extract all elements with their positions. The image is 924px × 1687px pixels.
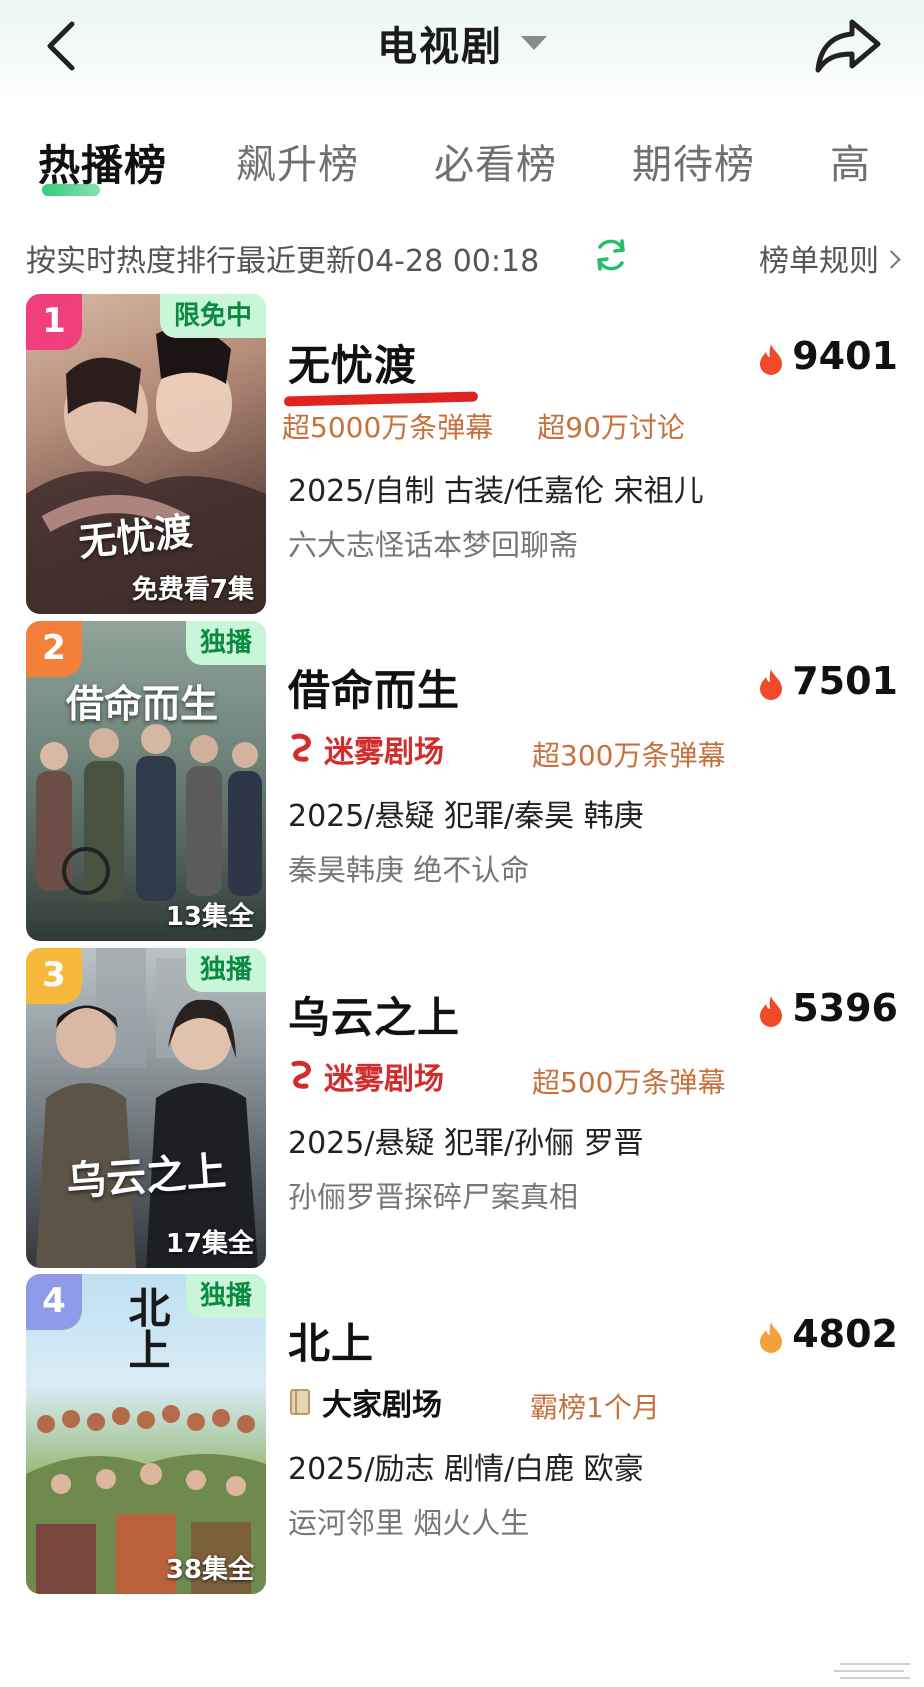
poster[interactable]: 3 独播 乌云之上 17集全	[26, 948, 266, 1268]
poster[interactable]: 2 独播 借命而生 13集全	[26, 621, 266, 941]
episode-label: 17集全	[165, 1229, 254, 1259]
tag-line: 大家剧场 霸榜1个月	[288, 1380, 704, 1426]
tag-danmu: 超5000万条弹幕	[282, 411, 494, 444]
theater-name: 大家剧场	[322, 1388, 442, 1423]
tag-discussion: 超90万讨论	[537, 411, 685, 444]
rules-link[interactable]: 榜单规则	[759, 236, 901, 280]
watermark-lines	[834, 1663, 910, 1679]
tag-ranking: 霸榜1个月	[530, 1391, 660, 1424]
heat-score: 9401	[758, 334, 898, 378]
flame-icon	[760, 668, 783, 700]
ranking-tabs: 热播榜 飙升榜 必看榜 期待榜 高	[0, 132, 924, 202]
show-title[interactable]: 无忧渡	[288, 332, 417, 393]
red-underline-mark	[283, 391, 479, 407]
status-badge: 独播	[185, 948, 266, 992]
meta-info: 2025/自制 古装/任嘉伦 宋祖儿	[288, 474, 704, 509]
meta-info: 2025/悬疑 犯罪/秦昊 韩庚	[288, 799, 644, 834]
status-badge: 限免中	[159, 294, 266, 338]
flame-icon	[760, 1321, 783, 1353]
episode-label: 38集全	[165, 1555, 254, 1585]
show-title[interactable]: 借命而生	[288, 657, 460, 718]
poster-title: 借命而生	[66, 681, 219, 726]
refresh-icon[interactable]	[592, 236, 630, 274]
list-item[interactable]: 1 限免中 无忧渡 免费看7集 无忧渡 9401 超5000万条弹幕 超90万讨论…	[0, 294, 924, 616]
update-info-row: 按实时热度排行最近更新04-28 00:18 榜单规则	[26, 236, 901, 280]
theater-label: 大家剧场	[288, 1380, 486, 1424]
theater-name: 迷雾剧场	[324, 1062, 444, 1097]
poster-title: 乌云之上	[64, 1147, 228, 1206]
tab-high[interactable]: 高	[830, 132, 871, 190]
poster[interactable]: 1 限免中 无忧渡 免费看7集	[26, 294, 266, 614]
status-badge: 独播	[185, 1274, 266, 1318]
show-title[interactable]: 北上	[288, 1310, 374, 1371]
heat-score: 4802	[758, 1312, 898, 1356]
meta-info: 2025/励志 剧情/白鹿 欧豪	[288, 1452, 644, 1487]
share-icon[interactable]	[812, 14, 884, 76]
list-item[interactable]: 3 独播 乌云之上 17集全 乌云之上 5396 迷雾剧场 超500万条弹幕 2…	[0, 948, 924, 1270]
description: 孙俪罗晋探碎尸案真相	[288, 1180, 579, 1214]
description: 运河邻里 烟火人生	[288, 1506, 530, 1540]
status-badge: 独播	[185, 621, 266, 665]
episode-label: 13集全	[165, 902, 254, 932]
flame-icon	[760, 995, 783, 1027]
book-icon	[290, 1389, 310, 1415]
flame-icon	[760, 343, 783, 375]
top-bar: 电视剧	[0, 0, 924, 100]
description: 六大志怪话本梦回聊斋	[288, 528, 579, 562]
theater-label: 迷雾剧场	[288, 1054, 488, 1098]
tag-line: 迷雾剧场 超500万条弹幕	[288, 1054, 769, 1101]
episode-label: 免费看7集	[131, 575, 254, 605]
rank-badge: 3	[26, 948, 82, 1004]
tag-danmu: 超500万条弹幕	[532, 1066, 726, 1099]
rules-label: 榜单规则	[759, 244, 879, 279]
heat-value: 7501	[792, 659, 898, 703]
tab-hot[interactable]: 热播榜	[38, 132, 167, 193]
description: 秦昊韩庚 绝不认命	[288, 853, 530, 887]
theater-label: 迷雾剧场	[288, 727, 488, 771]
poster[interactable]: 4 独播 北上 38集全	[26, 1274, 266, 1594]
heat-score: 5396	[758, 986, 898, 1030]
rank-badge: 2	[26, 621, 82, 677]
mist-theater-icon	[291, 733, 311, 762]
tab-rising[interactable]: 飙升榜	[236, 132, 359, 190]
rank-badge: 1	[26, 294, 82, 350]
title-dropdown[interactable]: 电视剧	[0, 14, 924, 74]
heat-score: 7501	[758, 659, 898, 703]
page-title: 电视剧	[377, 24, 503, 70]
tag-line: 超5000万条弹幕 超90万讨论	[282, 406, 729, 446]
tag-line: 迷雾剧场 超300万条弹幕	[288, 727, 769, 774]
heat-value: 9401	[792, 334, 898, 378]
meta-info: 2025/悬疑 犯罪/孙俪 罗晋	[288, 1126, 644, 1161]
rank-badge: 4	[26, 1274, 82, 1330]
list-item[interactable]: 2 独播 借命而生 13集全 借命而生 7501 迷雾剧场 超300万条弹幕 2…	[0, 621, 924, 943]
update-text: 按实时热度排行最近更新04-28 00:18	[26, 244, 540, 279]
tag-danmu: 超300万条弹幕	[532, 739, 726, 772]
mist-theater-icon	[291, 1060, 311, 1089]
show-title[interactable]: 乌云之上	[288, 984, 460, 1045]
theater-name: 迷雾剧场	[324, 735, 444, 770]
chevron-right-icon	[882, 250, 901, 269]
heat-value: 5396	[792, 986, 898, 1030]
tab-must-watch[interactable]: 必看榜	[434, 132, 557, 190]
list-item[interactable]: 4 独播 北上 38集全 北上 4802 大家剧场 霸榜1个月 2025/励志 …	[0, 1274, 924, 1596]
poster-title: 北上	[122, 1286, 171, 1370]
heat-value: 4802	[792, 1312, 898, 1356]
caret-down-icon	[521, 36, 547, 50]
tab-anticipated[interactable]: 期待榜	[632, 132, 755, 190]
